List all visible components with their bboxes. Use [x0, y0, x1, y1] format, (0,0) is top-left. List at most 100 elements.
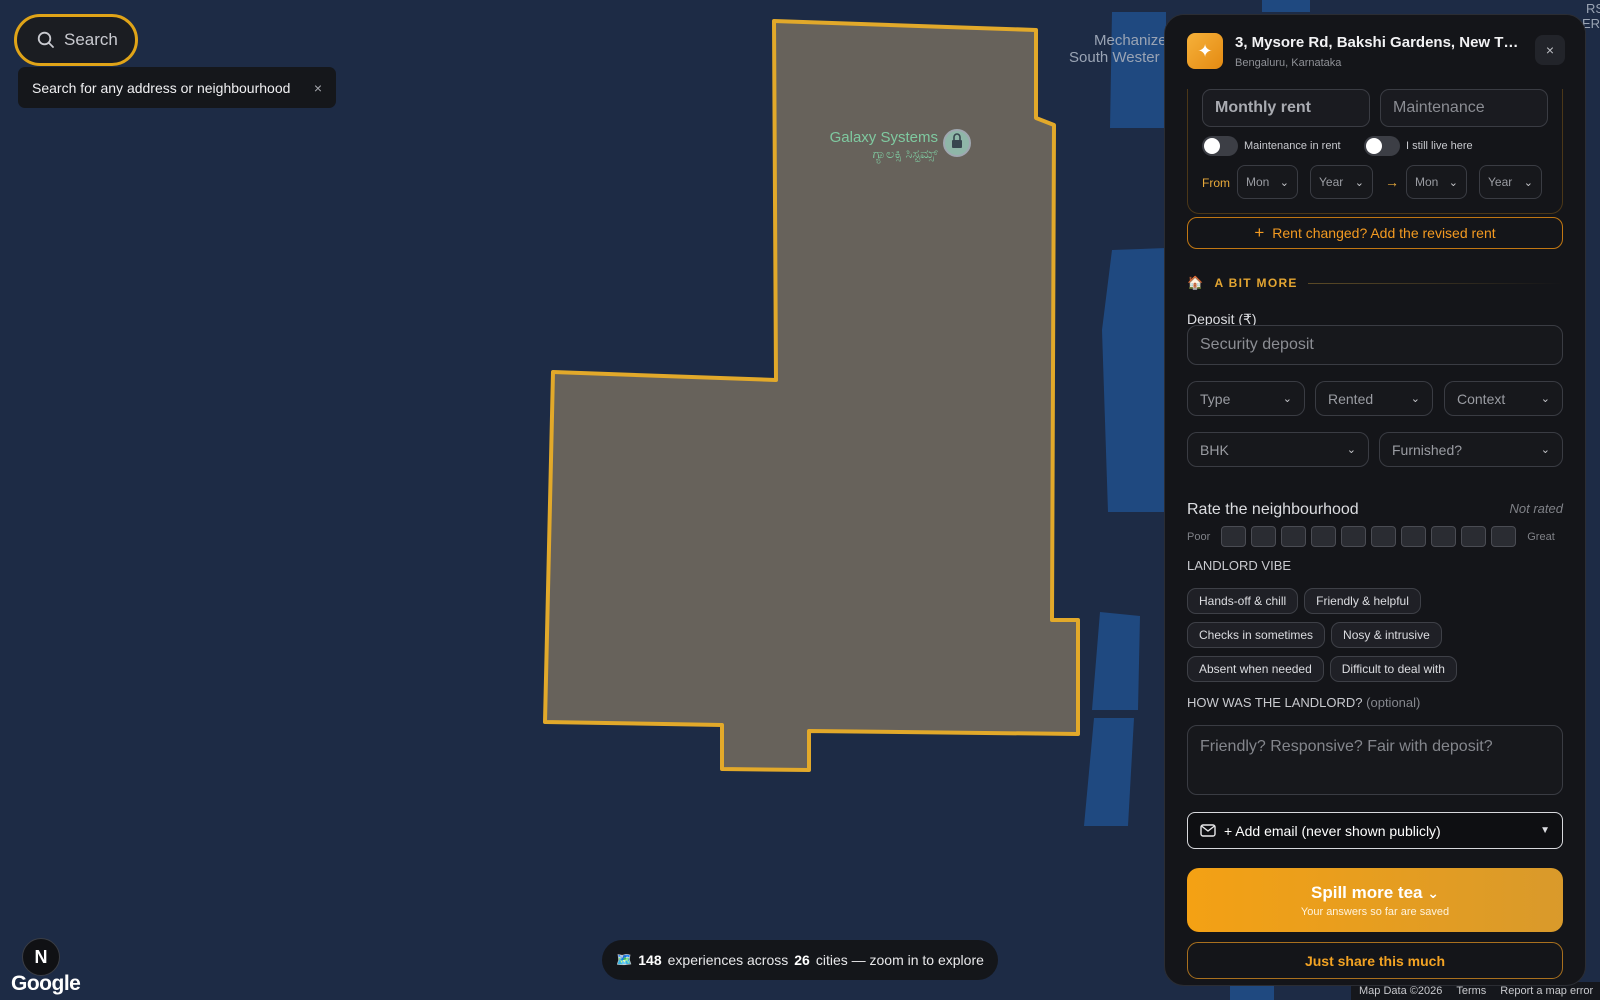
city-count: 26	[794, 952, 810, 968]
vibe-chip[interactable]: Checks in sometimes	[1187, 622, 1326, 648]
rating-cell[interactable]	[1281, 526, 1307, 547]
just-share-button[interactable]: Just share this much	[1187, 942, 1563, 979]
live-here-toggle-label: I still live here	[1406, 140, 1473, 152]
maintenance-toggle[interactable]	[1202, 136, 1238, 156]
chevron-down-icon: ⌄	[1523, 176, 1533, 189]
vibe-chip[interactable]: Hands-off & chill	[1187, 588, 1299, 614]
landlord-textarea[interactable]: Friendly? Responsive? Fair with deposit?	[1187, 725, 1563, 795]
context-select-value: Context	[1457, 390, 1506, 407]
rating-high-label: Great	[1527, 530, 1555, 543]
building-block	[1230, 985, 1274, 1000]
stats-pill: 🗺️ 148 experiences across 26 cities — zo…	[602, 940, 998, 980]
to-year-value: Year	[1488, 175, 1513, 189]
close-panel-button[interactable]: ×	[1535, 35, 1565, 65]
type-select[interactable]: Type ⌄	[1187, 381, 1305, 416]
maintenance-input[interactable]: Maintenance	[1380, 89, 1548, 127]
furnished-select-value: Furnished?	[1392, 441, 1463, 458]
landlord-text-title: HOW WAS THE LANDLORD?	[1187, 695, 1363, 710]
close-icon[interactable]: ×	[314, 80, 322, 96]
maintenance-toggle-label: Maintenance in rent	[1244, 140, 1341, 152]
chevron-down-icon: ⌄	[1540, 393, 1550, 405]
rented-select[interactable]: Rented ⌄	[1315, 381, 1433, 416]
building-block	[1084, 718, 1134, 826]
sparkle-icon: ✦	[1187, 33, 1223, 69]
review-panel: Monthly rent Maintenance Maintenance in …	[1164, 14, 1586, 986]
search-tooltip: Search for any address or neighbourhood …	[18, 67, 336, 108]
experience-text: experiences across	[667, 952, 789, 968]
rating-cell[interactable]	[1311, 526, 1337, 547]
rating-cell[interactable]	[1371, 526, 1397, 547]
spill-more-tea-label: Spill more tea	[1311, 882, 1423, 902]
add-revised-rent-button[interactable]: + Rent changed? Add the revised rent	[1187, 217, 1563, 249]
from-year-value: Year	[1319, 175, 1344, 189]
to-month-value: Mon	[1415, 175, 1439, 189]
street-label: South Wester	[1069, 49, 1160, 66]
chevron-down-icon: ⌄	[1448, 176, 1458, 189]
rating-scale: Poor Great	[1187, 526, 1563, 547]
search-button[interactable]: Search	[14, 14, 138, 66]
from-year-select[interactable]: Year ⌄	[1310, 165, 1373, 199]
search-icon	[37, 31, 54, 48]
spill-more-tea-button[interactable]: Spill more tea ⌄ Your answers so far are…	[1187, 868, 1563, 932]
add-email-label: + Add email (never shown publicly)	[1224, 822, 1441, 839]
address-subtitle: Bengaluru, Karnataka	[1235, 57, 1342, 69]
furnished-select[interactable]: Furnished? ⌄	[1379, 432, 1563, 467]
bhk-select[interactable]: BHK ⌄	[1187, 432, 1369, 467]
plus-icon: +	[1254, 223, 1265, 242]
monthly-rent-input[interactable]: Monthly rent	[1202, 89, 1370, 127]
from-month-select[interactable]: Mon ⌄	[1237, 165, 1298, 199]
building-block	[1092, 612, 1140, 710]
building-block	[1110, 12, 1166, 128]
selected-parcel	[543, 19, 1080, 772]
rating-cell[interactable]	[1461, 526, 1487, 547]
chevron-down-icon: ⌄	[1346, 444, 1356, 456]
chevron-down-icon: ⌄	[1540, 444, 1550, 456]
date-range-arrow: →	[1385, 174, 1399, 190]
poi-name-local: ಗ್ಯಾಲಕ್ಸಿ ಸಿಸ್ಟಮ್ಸ್	[872, 146, 938, 161]
vibe-chip[interactable]: Nosy & intrusive	[1331, 622, 1442, 648]
street-label: Mechanize	[1094, 32, 1167, 49]
chevron-down-icon: ⌄	[1427, 884, 1439, 901]
search-label: Search	[64, 30, 118, 49]
section-title: A BIT MORE	[1214, 276, 1298, 290]
rating-cell[interactable]	[1251, 526, 1277, 547]
city-text: cities — zoom in to explore	[815, 952, 984, 968]
experience-count: 148	[638, 952, 662, 968]
rating-cell[interactable]	[1341, 526, 1367, 547]
map-icon: 🗺️	[616, 952, 633, 967]
poi-name[interactable]: Galaxy Systems	[824, 130, 938, 145]
landlord-text-heading: HOW WAS THE LANDLORD? (optional)	[1187, 695, 1420, 710]
to-year-select[interactable]: Year ⌄	[1479, 165, 1542, 199]
house-icon: 🏠	[1187, 275, 1205, 290]
panel-header: ✦ 3, Mysore Rd, Bakshi Gardens, New Thar…	[1165, 15, 1585, 89]
to-month-select[interactable]: Mon ⌄	[1406, 165, 1467, 199]
rating-cell[interactable]	[1491, 526, 1517, 547]
report-error-link[interactable]: Report a map error	[1500, 985, 1593, 997]
context-select[interactable]: Context ⌄	[1444, 381, 1563, 416]
rating-cell[interactable]	[1431, 526, 1457, 547]
chevron-down-icon: ⌄	[1354, 176, 1364, 189]
n-badge[interactable]: N	[22, 938, 60, 976]
live-here-toggle[interactable]	[1364, 136, 1400, 156]
vibe-chip[interactable]: Absent when needed	[1187, 656, 1324, 682]
add-email-button[interactable]: + Add email (never shown publicly) ▼	[1187, 812, 1563, 849]
chevron-down-icon: ⌄	[1410, 393, 1420, 405]
terms-link[interactable]: Terms	[1456, 985, 1486, 997]
chevron-down-icon: ⌄	[1279, 176, 1289, 189]
rating-cell[interactable]	[1401, 526, 1427, 547]
building-block	[1262, 0, 1310, 12]
vibe-chip[interactable]: Friendly & helpful	[1304, 588, 1421, 614]
search-tooltip-text: Search for any address or neighbourhood	[32, 79, 291, 96]
add-revised-rent-label: Rent changed? Add the revised rent	[1272, 225, 1496, 241]
rating-low-label: Poor	[1187, 530, 1211, 543]
spill-more-tea-sub: Your answers so far are saved	[1300, 905, 1450, 918]
vibe-chip[interactable]: Difficult to deal with	[1329, 656, 1457, 682]
building-block	[1102, 248, 1166, 512]
rating-cell[interactable]	[1221, 526, 1247, 547]
section-divider	[1307, 282, 1563, 284]
rating-status: Not rated	[1509, 501, 1563, 516]
deposit-input[interactable]: Security deposit	[1187, 325, 1563, 365]
from-month-value: Mon	[1246, 175, 1270, 189]
google-logo: Google	[11, 972, 81, 995]
poi-marker	[943, 129, 971, 157]
